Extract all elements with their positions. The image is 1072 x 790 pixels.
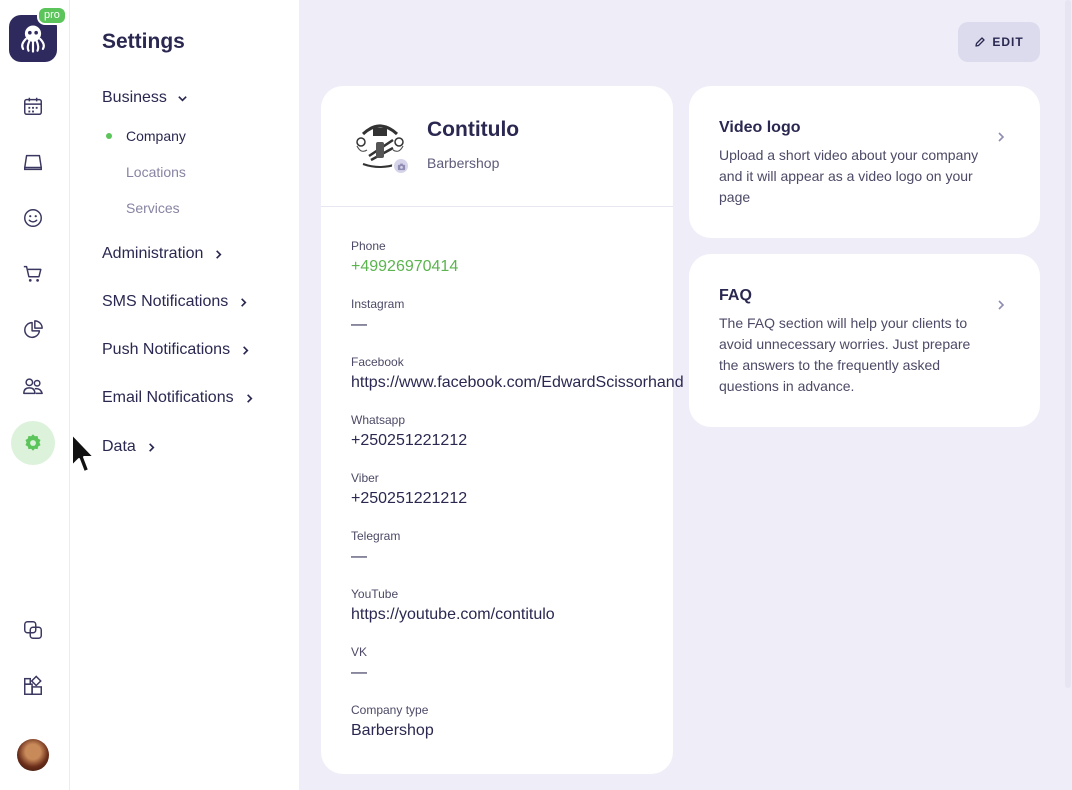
facebook-value[interactable]: https://www.facebook.com/EdwardScissorha… [351, 374, 689, 392]
nav-group-label: Push Notifications [102, 341, 231, 358]
icon-rail: pro [0, 0, 70, 790]
company-name: Contitulo [427, 118, 520, 141]
pie-chart-icon [24, 320, 43, 339]
company-category: Barbershop [427, 155, 500, 171]
faq-card[interactable]: FAQ The FAQ section will help your clien… [689, 254, 1040, 427]
viber-label: Viber [351, 471, 379, 485]
cart-icon [23, 265, 42, 282]
whatsapp-value: +250251221212 [351, 432, 468, 449]
telegram-label: Telegram [351, 529, 401, 543]
clients-nav-button[interactable] [13, 198, 53, 238]
nav-group-administration[interactable]: Administration [102, 245, 224, 263]
nav-group-sms-notifications[interactable]: SMS Notifications [102, 293, 249, 311]
pro-badge: pro [37, 6, 67, 25]
phone-value[interactable]: +49926970414 [351, 258, 458, 276]
active-indicator-dot [106, 133, 112, 139]
instagram-label: Instagram [351, 297, 405, 311]
viber-value: +250251221212 [351, 490, 468, 507]
nav-group-data[interactable]: Data [102, 438, 157, 456]
inbox-nav-button[interactable] [13, 142, 53, 182]
settings-nav: Settings Business Company Locations Serv… [70, 0, 299, 790]
chevron-right-icon [241, 297, 247, 307]
nav-group-push-notifications[interactable]: Push Notifications [102, 341, 251, 359]
nav-group-label: Administration [102, 245, 204, 262]
analytics-nav-button[interactable] [13, 310, 53, 350]
calendar-icon [24, 97, 42, 115]
change-logo-button[interactable] [392, 157, 410, 175]
whatsapp-label: Whatsapp [351, 413, 406, 427]
page-title: Settings [102, 30, 185, 53]
inbox-icon [24, 154, 42, 171]
settings-nav-button[interactable] [11, 421, 55, 465]
scrollbar[interactable] [1065, 0, 1071, 688]
telegram-value: — [351, 548, 367, 565]
settings-icon [25, 434, 41, 451]
camera-icon [397, 163, 405, 170]
company-type-label: Company type [351, 703, 429, 717]
nav-item-services[interactable]: Services [126, 200, 180, 216]
youtube-value[interactable]: https://youtube.com/contitulo [351, 606, 555, 624]
chevron-right-icon [998, 132, 1005, 142]
vk-value: — [351, 664, 367, 681]
nav-item-company[interactable]: Company [126, 128, 186, 144]
company-type-value: Barbershop [351, 722, 434, 739]
video-logo-description: Upload a short video about your company … [719, 147, 979, 205]
divider [321, 206, 673, 207]
mouse-cursor-icon [71, 433, 95, 473]
widgets-icon [24, 675, 42, 695]
edit-button[interactable]: EDIT [958, 22, 1040, 62]
phone-label: Phone [351, 239, 386, 253]
pencil-icon [975, 37, 985, 47]
youtube-label: YouTube [351, 587, 399, 601]
chevron-right-icon [246, 393, 253, 403]
instagram-value: — [351, 316, 367, 333]
team-nav-button[interactable] [13, 366, 53, 406]
faq-title: FAQ [719, 287, 752, 304]
octopus-icon [21, 25, 45, 53]
nav-group-label: SMS Notifications [102, 293, 229, 310]
chevron-right-icon [216, 249, 222, 259]
copy-nav-button[interactable] [13, 610, 53, 650]
facebook-label: Facebook [351, 355, 404, 369]
chevron-right-icon [243, 345, 249, 355]
users-icon [23, 378, 43, 395]
vk-label: VK [351, 645, 368, 659]
edit-button-label: EDIT [992, 35, 1024, 49]
video-logo-title: Video logo [719, 119, 801, 136]
nav-group-label: Business [102, 89, 167, 106]
copy-icon [24, 621, 42, 639]
calendar-nav-button[interactable] [13, 86, 53, 126]
video-logo-card[interactable]: Video logo Upload a short video about yo… [689, 86, 1040, 238]
chevron-right-icon [148, 442, 155, 452]
nav-group-label: Data [102, 438, 136, 455]
smile-icon [24, 209, 42, 227]
chevron-down-icon [178, 95, 187, 102]
chevron-right-icon [998, 300, 1005, 310]
faq-description: The FAQ section will help your clients t… [719, 315, 971, 394]
widgets-nav-button[interactable] [13, 666, 53, 706]
user-avatar[interactable] [17, 739, 49, 771]
nav-group-business[interactable]: Business [102, 89, 188, 107]
shop-nav-button[interactable] [13, 254, 53, 294]
company-profile-card: Contitulo Barbershop Phone +49926970414 … [321, 86, 684, 774]
nav-group-label: Email Notifications [102, 389, 234, 406]
nav-group-email-notifications[interactable]: Email Notifications [102, 389, 255, 407]
nav-item-locations[interactable]: Locations [126, 164, 186, 180]
